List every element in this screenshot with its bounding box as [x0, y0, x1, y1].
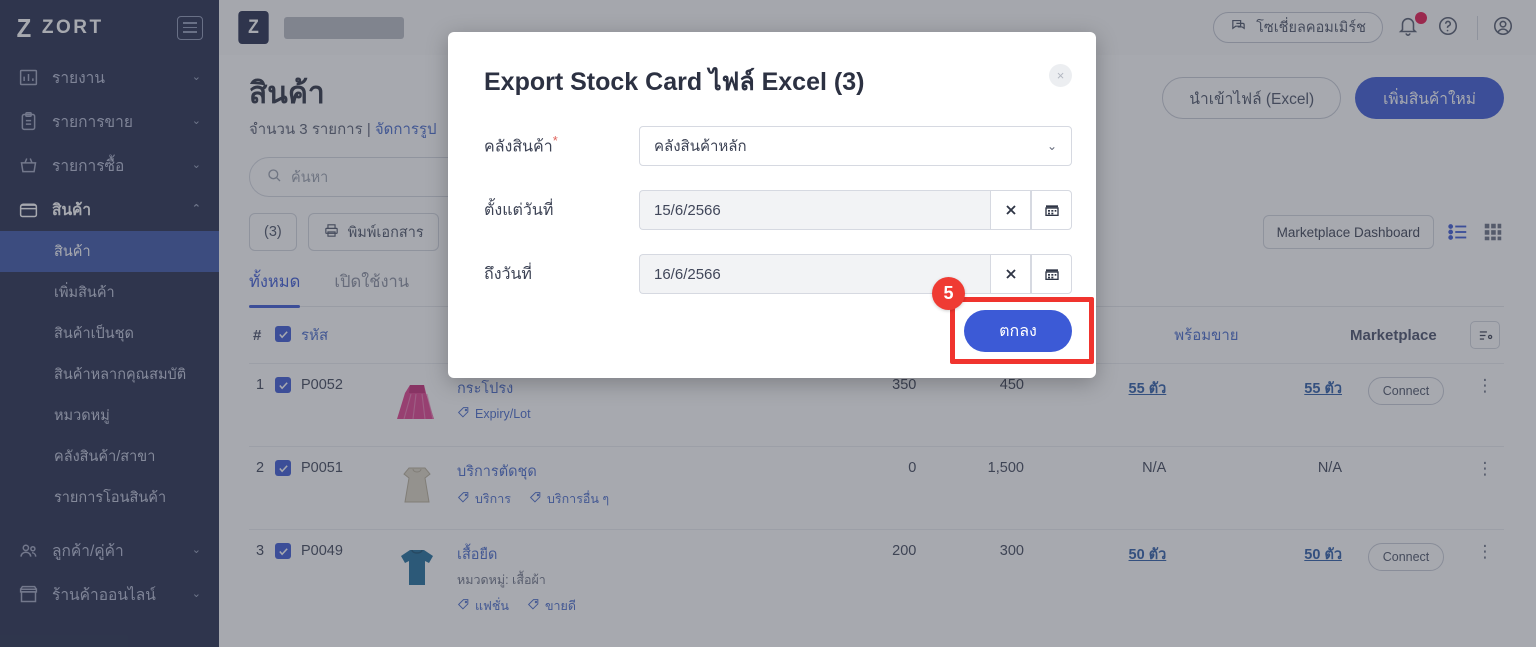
- to-date-calendar-icon[interactable]: [1031, 254, 1072, 294]
- confirm-button[interactable]: ตกลง: [964, 310, 1072, 352]
- app-root: Z ZORT รายงาน ⌄ รายการขาย ⌄ รายการซื้อ ⌄: [0, 0, 1536, 647]
- to-date-field-row: ถึงวันที่ 16/6/2566: [448, 254, 1096, 294]
- clear-from-date-icon[interactable]: [990, 190, 1031, 230]
- warehouse-selected-value: คลังสินค้าหลัก: [654, 134, 747, 158]
- from-date-input[interactable]: 15/6/2566: [639, 190, 990, 230]
- warehouse-label: คลังสินค้า*: [484, 133, 639, 159]
- step-badge: 5: [932, 277, 965, 310]
- from-date-label: ตั้งแต่วันที่: [484, 198, 639, 223]
- warehouse-field-row: คลังสินค้า* คลังสินค้าหลัก ⌄: [448, 126, 1096, 166]
- warehouse-select[interactable]: คลังสินค้าหลัก ⌄: [639, 126, 1072, 166]
- from-date-calendar-icon[interactable]: [1031, 190, 1072, 230]
- required-asterisk: *: [553, 133, 558, 148]
- to-date-label: ถึงวันที่: [484, 262, 639, 287]
- chevron-down-icon: ⌄: [1047, 139, 1057, 153]
- warehouse-label-text: คลังสินค้า: [484, 138, 553, 155]
- from-date-group: 15/6/2566: [639, 190, 1072, 230]
- modal-title: Export Stock Card ไฟล์ Excel (3): [448, 32, 1096, 102]
- clear-to-date-icon[interactable]: [990, 254, 1031, 294]
- to-date-group: 16/6/2566: [639, 254, 1072, 294]
- from-date-field-row: ตั้งแต่วันที่ 15/6/2566: [448, 190, 1096, 230]
- close-icon[interactable]: ×: [1049, 64, 1072, 87]
